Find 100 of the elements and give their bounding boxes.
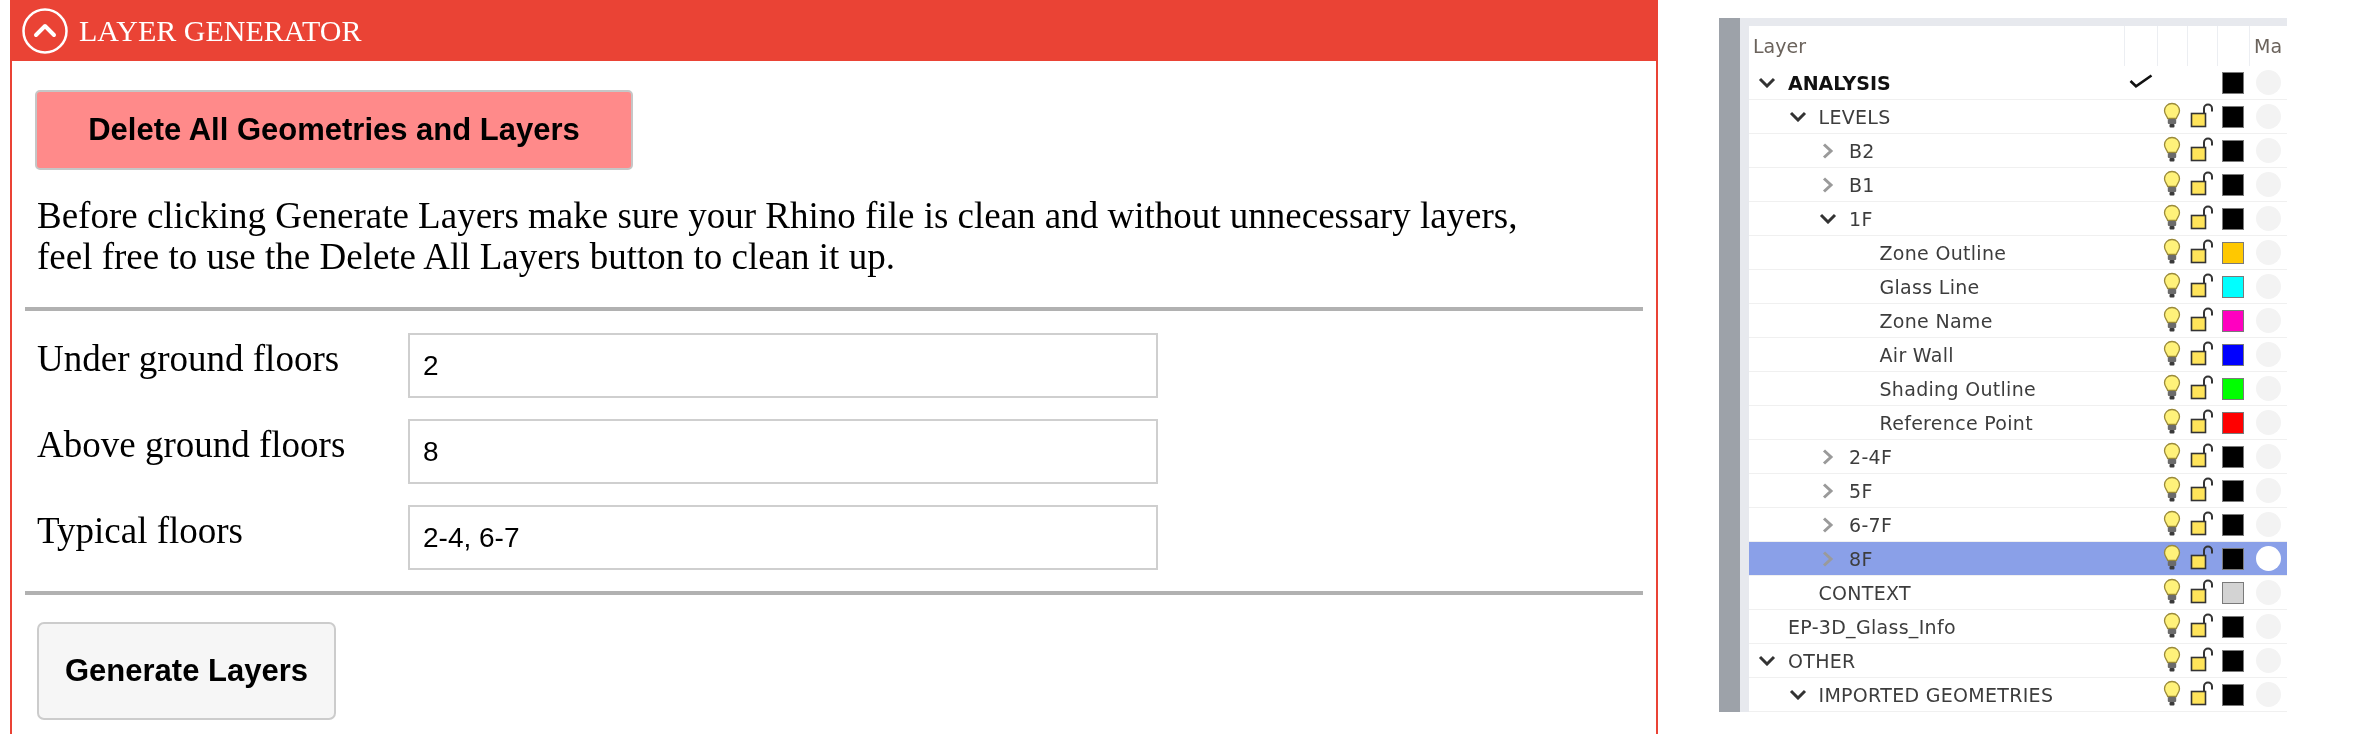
lightbulb-icon[interactable] [2163,237,2181,264]
layer-name: Glass Line [1879,274,1980,299]
swatch-icon[interactable] [2222,683,2244,706]
layer-row[interactable]: Zone Outline [1749,236,2287,270]
swatch-icon[interactable] [2222,615,2244,638]
layer-row[interactable]: Glass Line [1749,270,2287,304]
checkmark-icon[interactable] [2128,74,2153,88]
padlock-open-icon[interactable] [2190,509,2214,536]
layer-row[interactable]: IMPORTED GEOMETRIES [1749,678,2287,712]
lightbulb-icon[interactable] [2163,611,2181,638]
layer-name: 8F [1849,546,1873,571]
layer-row[interactable]: Zone Name [1749,304,2287,338]
lightbulb-icon[interactable] [2163,543,2181,570]
padlock-open-icon[interactable] [2190,679,2214,706]
padlock-open-icon[interactable] [2190,407,2214,434]
padlock-open-icon[interactable] [2190,543,2214,570]
layer-row[interactable]: Reference Point [1749,406,2287,440]
swatch-icon[interactable] [2222,71,2244,94]
padlock-open-icon[interactable] [2190,271,2214,298]
padlock-open-icon[interactable] [2190,475,2214,502]
field-label: Typical floors [37,509,244,551]
padlock-open-icon[interactable] [2190,373,2214,400]
lightbulb-icon[interactable] [2163,475,2181,502]
swatch-icon[interactable] [2222,581,2244,604]
lightbulb-icon[interactable] [2163,339,2181,366]
swatch-icon[interactable] [2222,139,2244,162]
lightbulb-icon[interactable] [2163,135,2181,162]
swatch-icon[interactable] [2222,411,2244,434]
swatch-icon[interactable] [2222,343,2244,366]
swatch-icon[interactable] [2222,547,2244,570]
delete-button[interactable]: Delete All Geometries and Layers [35,90,633,170]
padlock-open-icon[interactable] [2190,305,2214,332]
swatch-icon[interactable] [2222,275,2244,298]
column-header[interactable]: Ma [2254,26,2283,66]
lightbulb-icon[interactable] [2163,169,2181,196]
lightbulb-icon[interactable] [2163,441,2181,468]
layer-row[interactable]: B2 [1749,134,2287,168]
swatch-icon[interactable] [2222,173,2244,196]
swatch-icon[interactable] [2222,105,2244,128]
layer-name: Shading Outline [1879,376,2036,401]
layer-row[interactable]: 5F [1749,474,2287,508]
padlock-open-icon[interactable] [2190,339,2214,366]
lightbulb-icon[interactable] [2163,101,2181,128]
layer-row[interactable]: EP-3D_Glass_Info [1749,610,2287,644]
layer-row[interactable]: LEVELS [1749,100,2287,134]
input-field[interactable]: 2 [408,333,1158,398]
chevron-right-icon[interactable] [1822,176,1834,193]
generate-button[interactable]: Generate Layers [37,622,336,720]
column-header[interactable]: Layer [1753,26,1806,66]
chevron-right-icon[interactable] [1822,142,1834,159]
padlock-open-icon[interactable] [2190,441,2214,468]
swatch-icon[interactable] [2222,377,2244,400]
lightbulb-icon[interactable] [2163,509,2181,536]
padlock-open-icon[interactable] [2190,101,2214,128]
swatch-icon[interactable] [2222,479,2244,502]
layer-name: B1 [1849,172,1875,197]
swatch-icon[interactable] [2222,445,2244,468]
padlock-open-icon[interactable] [2190,237,2214,264]
chevron-right-icon[interactable] [1822,448,1834,465]
input-field[interactable]: 2-4, 6-7 [408,505,1158,570]
layer-row[interactable]: 2-4F [1749,440,2287,474]
padlock-open-icon[interactable] [2190,169,2214,196]
chevron-right-icon[interactable] [1822,516,1834,533]
lightbulb-icon[interactable] [2163,679,2181,706]
swatch-icon[interactable] [2222,513,2244,536]
layer-row[interactable]: Shading Outline [1749,372,2287,406]
lightbulb-icon[interactable] [2163,645,2181,672]
layer-row[interactable]: CONTEXT [1749,576,2287,610]
lightbulb-icon[interactable] [2163,271,2181,298]
chevron-down-icon[interactable] [1788,689,1807,700]
padlock-open-icon[interactable] [2190,203,2214,230]
swatch-icon[interactable] [2222,241,2244,264]
input-field[interactable]: 8 [408,419,1158,484]
layer-row[interactable]: ANALYSIS [1749,66,2287,100]
lightbulb-icon[interactable] [2163,203,2181,230]
swatch-icon[interactable] [2222,649,2244,672]
layer-row[interactable]: OTHER [1749,644,2287,678]
layer-row[interactable]: Air Wall [1749,338,2287,372]
lightbulb-icon[interactable] [2163,305,2181,332]
chevron-up-circle-icon[interactable] [22,7,68,54]
padlock-open-icon[interactable] [2190,135,2214,162]
lightbulb-icon[interactable] [2163,577,2181,604]
layer-row[interactable]: B1 [1749,168,2287,202]
chevron-down-icon[interactable] [1758,655,1776,666]
lightbulb-icon[interactable] [2163,373,2181,400]
padlock-open-icon[interactable] [2190,577,2214,604]
chevron-down-icon[interactable] [1819,213,1837,224]
chevron-down-icon[interactable] [1788,111,1807,122]
padlock-open-icon[interactable] [2190,645,2214,672]
layer-row[interactable]: 1F [1749,202,2287,236]
chevron-right-icon[interactable] [1822,482,1834,499]
panel-title: LAYER GENERATOR [79,15,362,46]
lightbulb-icon[interactable] [2163,407,2181,434]
swatch-icon[interactable] [2222,207,2244,230]
chevron-down-icon[interactable] [1758,77,1776,88]
layer-name: IMPORTED GEOMETRIES [1818,682,2054,707]
padlock-open-icon[interactable] [2190,611,2214,638]
layer-row[interactable]: 8F [1749,542,2287,576]
layer-name: EP-3D_Glass_Info [1788,614,1956,639]
swatch-icon[interactable] [2222,309,2244,332]
